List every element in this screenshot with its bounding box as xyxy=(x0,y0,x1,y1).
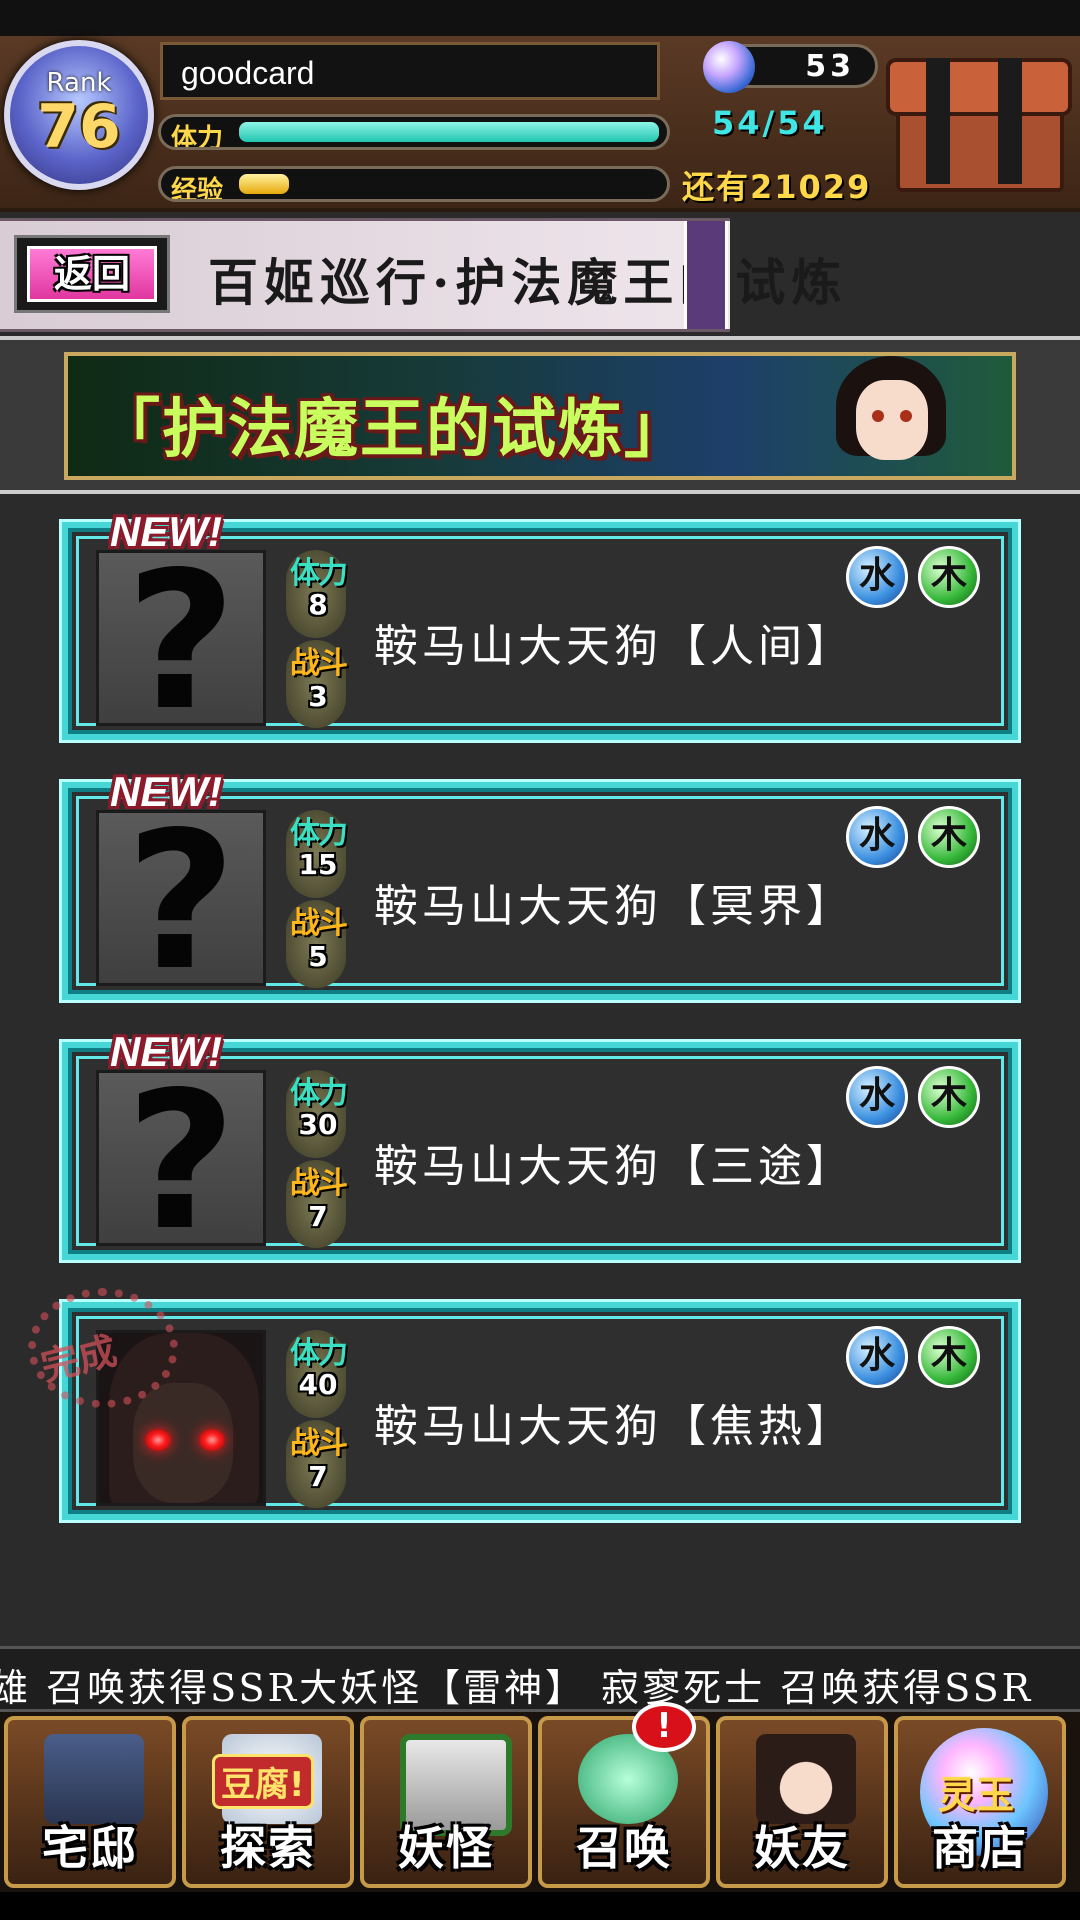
nav-label: 妖友 xyxy=(754,1821,850,1875)
battle-count-value: 7 xyxy=(308,1200,328,1233)
banner-character-illustration xyxy=(796,356,996,476)
nav-button-explore[interactable]: 豆腐! 探索 xyxy=(182,1716,354,1888)
spirit-jade-label: 灵玉 xyxy=(938,1773,1015,1817)
player-name: goodcard xyxy=(181,55,315,91)
rank-emblem[interactable]: Rank 76 xyxy=(4,40,154,190)
wood-element-icon: 木 xyxy=(918,1326,980,1388)
wood-element-icon: 木 xyxy=(918,1066,980,1128)
stamina-cost-label: 体力 xyxy=(290,556,348,591)
exp-fill xyxy=(239,174,289,194)
wood-element-icon: 木 xyxy=(918,806,980,868)
unknown-boss-icon: ? xyxy=(96,810,266,986)
water-element-icon: 水 xyxy=(846,546,908,608)
stamina-label: 体力 xyxy=(171,124,224,150)
exp-bar: 经验 xyxy=(158,166,670,202)
system-nav-bar xyxy=(0,1892,1080,1920)
water-element-icon: 水 xyxy=(846,1326,908,1388)
new-badge: NEW! xyxy=(110,508,222,555)
battle-count-value: 7 xyxy=(308,1460,328,1493)
nav-button-monsters[interactable]: 妖怪 xyxy=(360,1716,532,1888)
stamina-fill xyxy=(239,122,659,142)
nav-button-summon[interactable]: ! 召唤 xyxy=(538,1702,710,1888)
house-icon xyxy=(44,1734,144,1824)
banner-text: 「护法魔王的试炼」 xyxy=(96,393,690,467)
stamina-cost-label: 体力 xyxy=(290,1076,348,1111)
back-button[interactable]: 返回 xyxy=(14,235,170,313)
nav-button-shop[interactable]: 灵玉 商店 xyxy=(894,1716,1066,1888)
new-badge: NEW! xyxy=(110,768,222,815)
quest-name: 鞍马山大天狗【人间】 xyxy=(374,621,854,672)
battle-count-label: 战斗 xyxy=(290,1166,348,1201)
water-element-icon: 水 xyxy=(846,1066,908,1128)
quest-name: 鞍马山大天狗【冥界】 xyxy=(374,881,854,932)
stamina-cost-value: 40 xyxy=(298,1368,338,1401)
unknown-boss-icon: ? xyxy=(96,1070,266,1246)
alert-badge: ! xyxy=(632,1702,696,1752)
nav-label: 召唤 xyxy=(576,1821,672,1875)
nav-label: 妖怪 xyxy=(398,1821,494,1875)
quest-card[interactable]: 完成 体力 40 战斗 7 鞍马山大天狗【焦热】水木 xyxy=(28,1288,1018,1520)
tofu-badge: 豆腐! xyxy=(212,1754,314,1809)
battle-count-value: 5 xyxy=(308,940,328,973)
status-bar xyxy=(0,0,1080,36)
treasure-chest-icon[interactable] xyxy=(886,50,1072,192)
page-title: 百姬巡行·护法魔王的试炼 xyxy=(208,253,848,312)
event-banner[interactable]: 「护法魔王的试炼」 xyxy=(64,352,1016,480)
quest-header: 返回 百姬巡行·护法魔王的试炼 xyxy=(0,218,841,332)
exp-label: 经验 xyxy=(171,176,224,202)
arrow-pattern-decoration xyxy=(684,221,728,329)
battle-count-label: 战斗 xyxy=(290,1426,348,1461)
quest-card[interactable]: ? NEW! 体力 15 战斗 5 鞍马山大天狗【冥界】 水木 xyxy=(62,768,1018,1000)
battle-count-label: 战斗 xyxy=(290,906,348,941)
ticker-text: 雄 召唤获得SSR大妖怪【雷神】 寂寥死士 召唤获得SSR xyxy=(0,1666,1034,1710)
stamina-cost-value: 30 xyxy=(298,1108,338,1141)
news-ticker: 雄 召唤获得SSR大妖怪【雷神】 寂寥死士 召唤获得SSR xyxy=(0,1646,1080,1712)
nav-button-mansion[interactable]: 宅邸 xyxy=(4,1716,176,1888)
player-header: Rank 76 goodcard 体力 经验 53 54/54 还有21029 xyxy=(0,36,1080,212)
quest-stats: 体力 8 战斗 3 xyxy=(276,546,360,730)
new-badge: NEW! xyxy=(110,1028,222,1075)
quest-name: 鞍马山大天狗【焦热】 xyxy=(374,1401,854,1452)
nav-label: 商店 xyxy=(932,1821,1028,1875)
quest-name: 鞍马山大天狗【三途】 xyxy=(374,1141,854,1192)
quest-stats: 体力 30 战斗 7 xyxy=(276,1066,360,1250)
stamina-value: 54/54 xyxy=(712,104,828,142)
crystal-orb-icon xyxy=(703,41,755,93)
quest-card[interactable]: ? NEW! 体力 30 战斗 7 鞍马山大天狗【三途】 水木 xyxy=(62,1028,1018,1260)
quest-stats: 体力 40 战斗 7 xyxy=(276,1326,360,1510)
bottom-navigation: 宅邸 豆腐! 探索 妖怪 ! 召唤 妖友 灵玉 商店 xyxy=(0,1702,1080,1892)
stamina-bar: 体力 xyxy=(158,114,670,150)
cat-girl-friend-icon xyxy=(756,1734,856,1824)
orb-count: 53 xyxy=(805,49,855,84)
battle-count-value: 3 xyxy=(308,680,328,713)
remaining-text: 还有21029 xyxy=(682,168,872,206)
quest-card[interactable]: ? NEW! 体力 8 战斗 3 鞍马山大天狗【人间】 水木 xyxy=(62,508,1018,740)
stamina-cost-value: 8 xyxy=(308,588,328,621)
unknown-boss-icon: ? xyxy=(96,550,266,726)
back-button-label: 返回 xyxy=(27,246,157,302)
water-element-icon: 水 xyxy=(846,806,908,868)
event-banner-frame: 「护法魔王的试炼」 xyxy=(0,336,1080,494)
nav-button-friends[interactable]: 妖友 xyxy=(716,1716,888,1888)
stamina-cost-label: 体力 xyxy=(290,816,348,851)
nav-label: 探索 xyxy=(220,1821,316,1875)
quest-stats: 体力 15 战斗 5 xyxy=(276,806,360,990)
stamina-cost-label: 体力 xyxy=(290,1336,348,1371)
nav-label: 宅邸 xyxy=(42,1821,138,1875)
stamina-cost-value: 15 xyxy=(298,848,338,881)
spirit-orb-counter[interactable]: 53 xyxy=(703,41,878,93)
player-name-box: goodcard xyxy=(160,42,660,100)
battle-count-label: 战斗 xyxy=(290,646,348,681)
wood-element-icon: 木 xyxy=(918,546,980,608)
rank-value: 76 xyxy=(37,92,121,162)
